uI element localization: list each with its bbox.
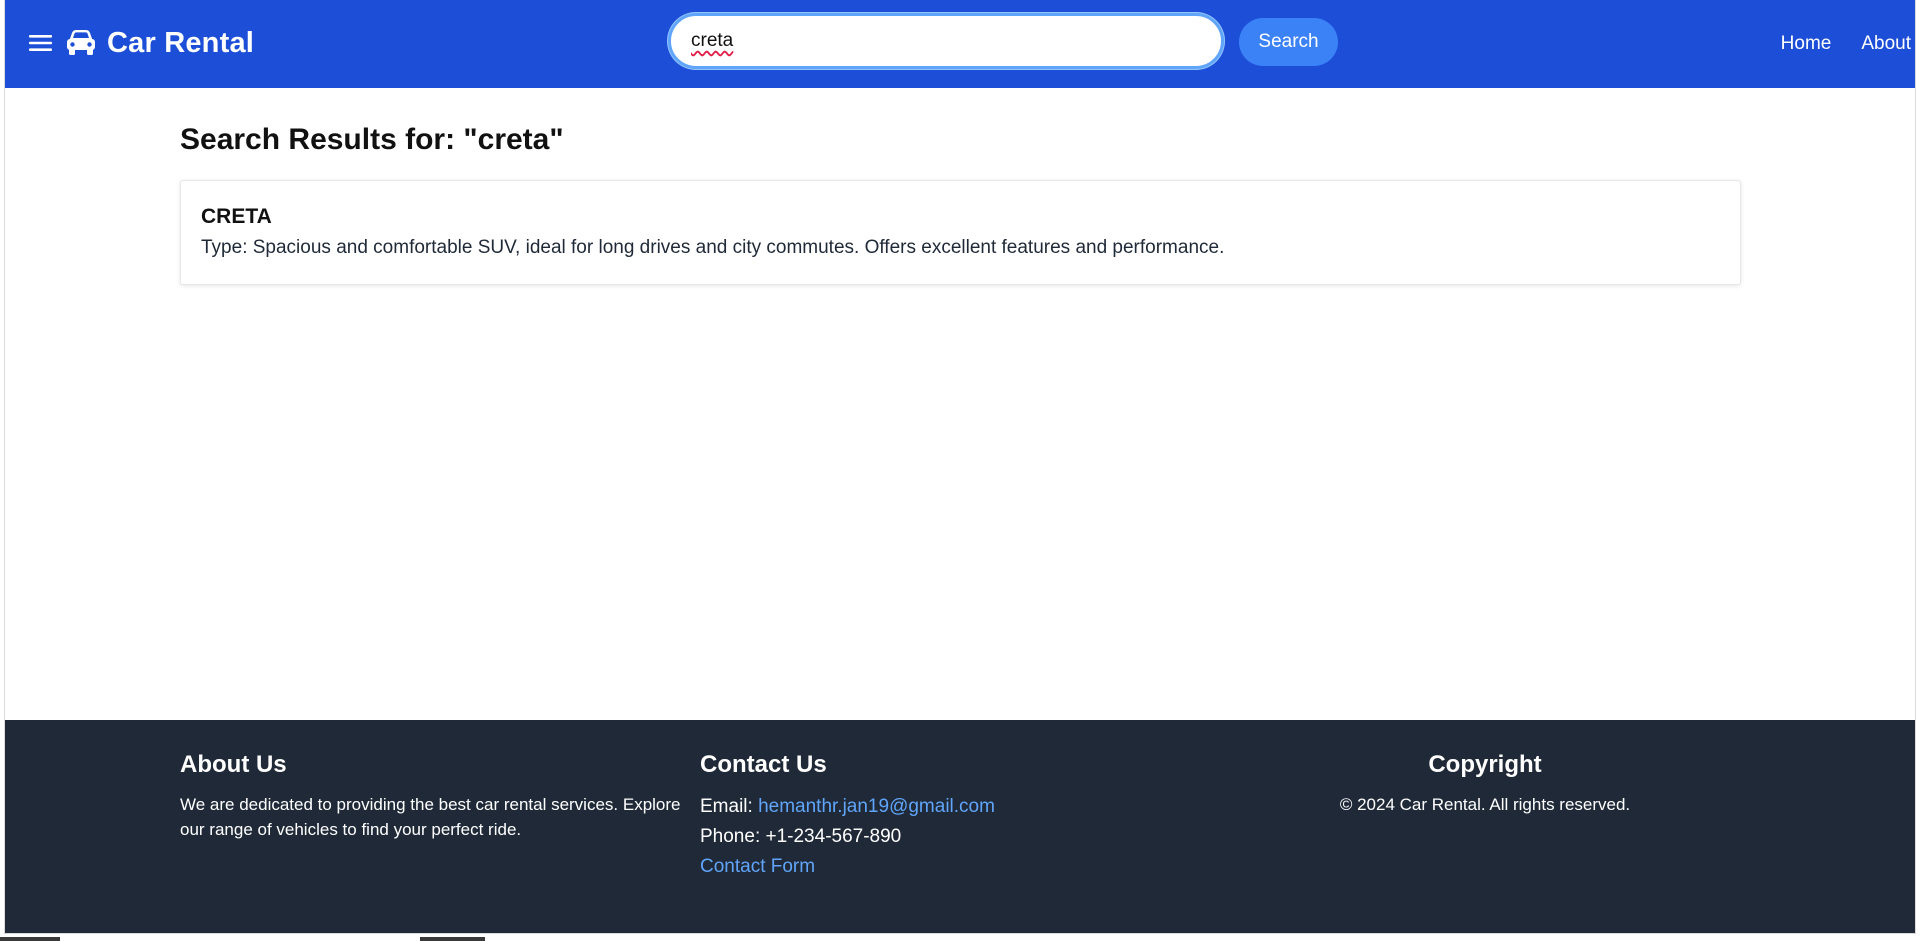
contact-form-link[interactable]: Contact Form bbox=[700, 856, 815, 877]
nav-home-link[interactable]: Home bbox=[1781, 33, 1832, 55]
results-title: Search Results for: "creta" bbox=[180, 123, 564, 156]
contact-phone: Phone: +1-234-567-890 bbox=[700, 826, 902, 847]
footer-contact-title: Contact Us bbox=[700, 751, 827, 778]
top-nav: Home About bbox=[1781, 0, 1915, 88]
taskbar-segment bbox=[0, 937, 60, 941]
footer-about: About Us We are dedicated to providing t… bbox=[180, 750, 700, 842]
car-icon bbox=[65, 29, 97, 57]
email-label: Email: bbox=[700, 796, 753, 817]
car-description: Type: Spacious and comfortable SUV, idea… bbox=[201, 237, 1225, 258]
taskbar-segment bbox=[420, 937, 485, 941]
nav-about-link[interactable]: About bbox=[1861, 33, 1911, 55]
result-card[interactable]: CRETA Type: Spacious and comfortable SUV… bbox=[180, 180, 1741, 285]
footer-about-text: We are dedicated to providing the best c… bbox=[180, 795, 681, 839]
brand[interactable]: Car Rental bbox=[65, 24, 254, 62]
footer-copyright: Copyright © 2024 Car Rental. All rights … bbox=[1255, 750, 1715, 817]
taskbar-edge bbox=[0, 934, 1920, 941]
footer-contact: Contact Us Email: hemanthr.jan19@gmail.c… bbox=[700, 750, 1120, 882]
navbar: Car Rental creta Search Home About bbox=[5, 0, 1915, 88]
car-name: CRETA bbox=[201, 205, 272, 228]
copyright-text: © 2024 Car Rental. All rights reserved. bbox=[1339, 795, 1631, 814]
footer-copyright-title: Copyright bbox=[1428, 751, 1542, 778]
search-button[interactable]: Search bbox=[1239, 18, 1338, 66]
hamburger-menu-icon[interactable] bbox=[28, 30, 54, 56]
footer-about-title: About Us bbox=[180, 751, 287, 778]
contact-email-line: Email: hemanthr.jan19@gmail.com bbox=[700, 792, 1120, 822]
app-window: Car Rental creta Search Home About Searc… bbox=[5, 0, 1915, 933]
main-content: Search Results for: "creta" CRETA Type: … bbox=[180, 88, 1745, 285]
brand-name: Car Rental bbox=[107, 27, 255, 59]
search-input-value: creta bbox=[691, 30, 734, 51]
search-input[interactable]: creta bbox=[668, 13, 1224, 69]
email-link[interactable]: hemanthr.jan19@gmail.com bbox=[758, 796, 995, 817]
footer: About Us We are dedicated to providing t… bbox=[5, 720, 1915, 933]
